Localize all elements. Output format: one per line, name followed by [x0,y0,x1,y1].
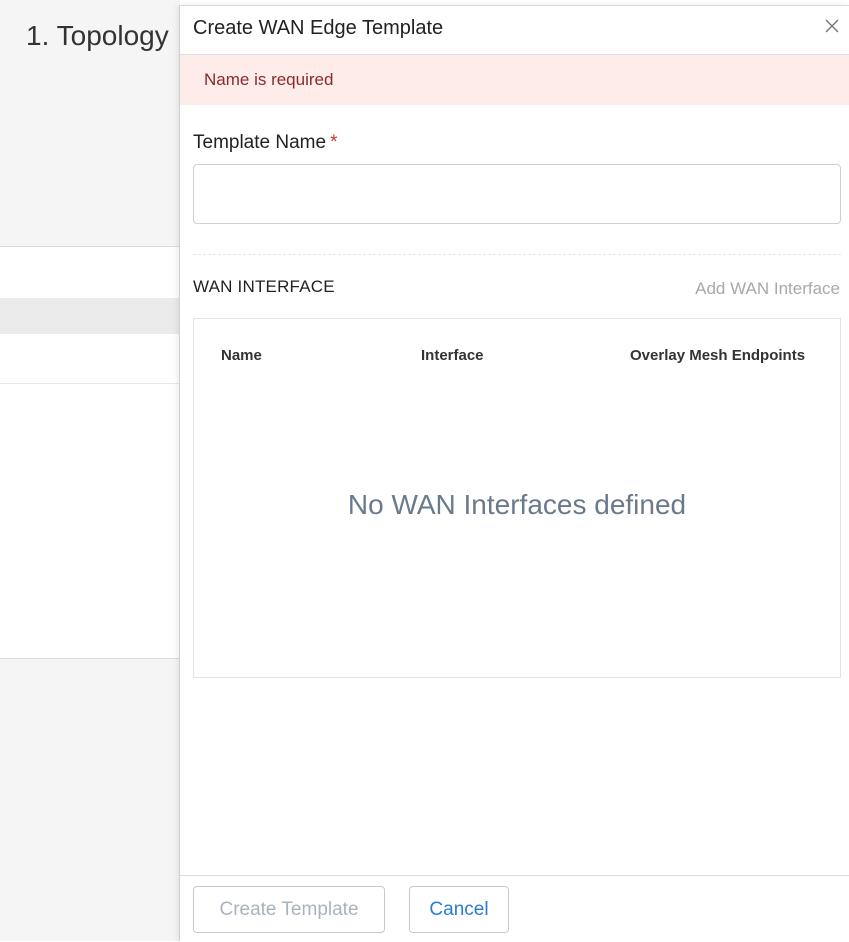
template-name-label: Template Name * [193,132,337,154]
template-name-label-text: Template Name [193,132,327,153]
list-row[interactable] [0,334,180,383]
wan-interface-table: Name Interface Overlay Mesh Endpoints No… [193,318,841,678]
error-banner: Name is required [180,55,849,105]
add-wan-interface-link[interactable]: Add WAN Interface [695,279,840,299]
column-header-name[interactable]: Name [221,347,262,364]
template-name-input[interactable] [193,164,841,224]
drawer-footer: Create Template Cancel [180,875,849,942]
divider [0,658,180,659]
list-row[interactable] [0,247,180,298]
error-message: Name is required [204,70,334,89]
empty-state-message: No WAN Interfaces defined [347,489,687,520]
column-header-interface[interactable]: Interface [421,347,484,364]
content-area [0,384,180,658]
column-header-overlay-mesh-endpoints[interactable]: Overlay Mesh Endpoints [630,347,805,364]
wan-interface-section-title: WAN INTERFACE [193,277,335,296]
required-mark: * [330,132,338,153]
background-page: 1. Topology [0,0,180,941]
create-wan-edge-template-drawer: Create WAN Edge Template Name is require… [179,5,849,942]
drawer-header: Create WAN Edge Template [180,6,849,55]
drawer-title: Create WAN Edge Template [193,17,444,39]
step-title: 1. Topology [26,20,169,51]
create-template-button[interactable]: Create Template [193,886,385,933]
section-divider [193,254,841,255]
cancel-button[interactable]: Cancel [409,886,509,933]
close-icon[interactable] [820,14,844,38]
list-row-selected[interactable] [0,298,180,334]
